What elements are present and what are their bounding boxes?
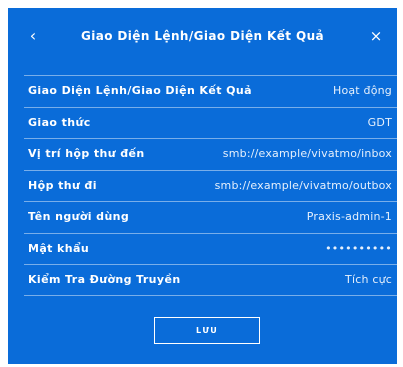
dialog-header: ‹ Giao Diện Lệnh/Giao Diện Kết Quả × <box>8 8 397 62</box>
setting-value: Tích cực <box>345 273 392 286</box>
setting-row-protocol[interactable]: Giao thức GDT <box>24 106 397 139</box>
setting-value: GDT <box>367 115 392 129</box>
setting-row-inbox-location[interactable]: Vị trí hộp thư đến smb://example/vivatmo… <box>24 138 397 170</box>
setting-row-outbox[interactable]: Hộp thư đi smb://example/vivatmo/outbox <box>24 169 397 202</box>
setting-label: Vị trí hộp thư đến <box>28 147 145 160</box>
setting-label: Giao thức <box>28 115 91 129</box>
dialog-title: Giao Diện Lệnh/Giao Diện Kết Quả <box>80 29 325 43</box>
setting-label: Hộp thư đi <box>28 178 97 192</box>
settings-dialog: ‹ Giao Diện Lệnh/Giao Diện Kết Quả × Gia… <box>8 8 397 364</box>
setting-value: smb://example/vivatmo/outbox <box>214 178 392 192</box>
setting-label: Tên người dùng <box>28 210 130 223</box>
setting-value: Hoạt động <box>332 84 392 97</box>
setting-row-password[interactable]: Mật khẩu •••••••••• <box>24 232 397 265</box>
setting-value: Praxis-admin-1 <box>306 210 392 223</box>
chevron-left-icon[interactable]: ‹ <box>22 27 44 45</box>
save-button[interactable]: LƯU <box>154 317 260 344</box>
setting-label: Kiểm Tra Đường Truyền <box>28 273 181 286</box>
settings-list: Giao Diện Lệnh/Giao Diện Kết Quả Hoạt độ… <box>24 75 397 296</box>
setting-value: smb://example/vivatmo/inbox <box>222 147 392 160</box>
setting-row-interface[interactable]: Giao Diện Lệnh/Giao Diện Kết Quả Hoạt độ… <box>24 75 397 107</box>
setting-label: Mật khẩu <box>28 241 90 255</box>
close-icon[interactable]: × <box>365 27 387 45</box>
setting-row-username[interactable]: Tên người dùng Praxis-admin-1 <box>24 201 397 233</box>
setting-value: •••••••••• <box>325 241 392 255</box>
setting-row-connection-test[interactable]: Kiểm Tra Đường Truyền Tích cực <box>24 264 397 296</box>
setting-label: Giao Diện Lệnh/Giao Diện Kết Quả <box>28 84 252 97</box>
